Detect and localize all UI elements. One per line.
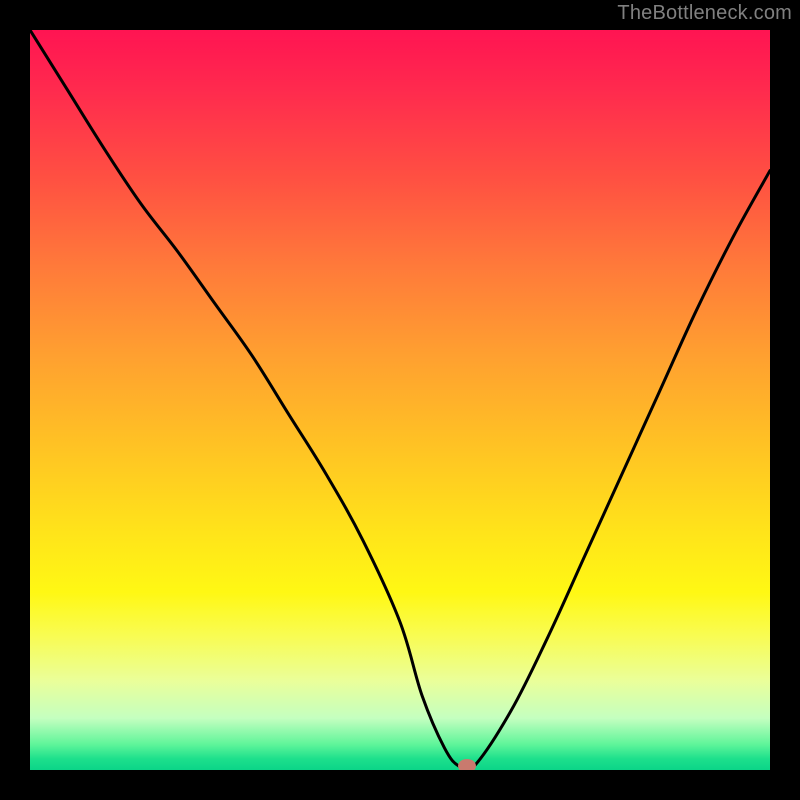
optimal-point-marker [458, 759, 476, 770]
watermark-text: TheBottleneck.com [617, 2, 792, 25]
chart-container: TheBottleneck.com [0, 0, 800, 800]
bottleneck-curve [30, 30, 770, 770]
plot-area [30, 30, 770, 770]
